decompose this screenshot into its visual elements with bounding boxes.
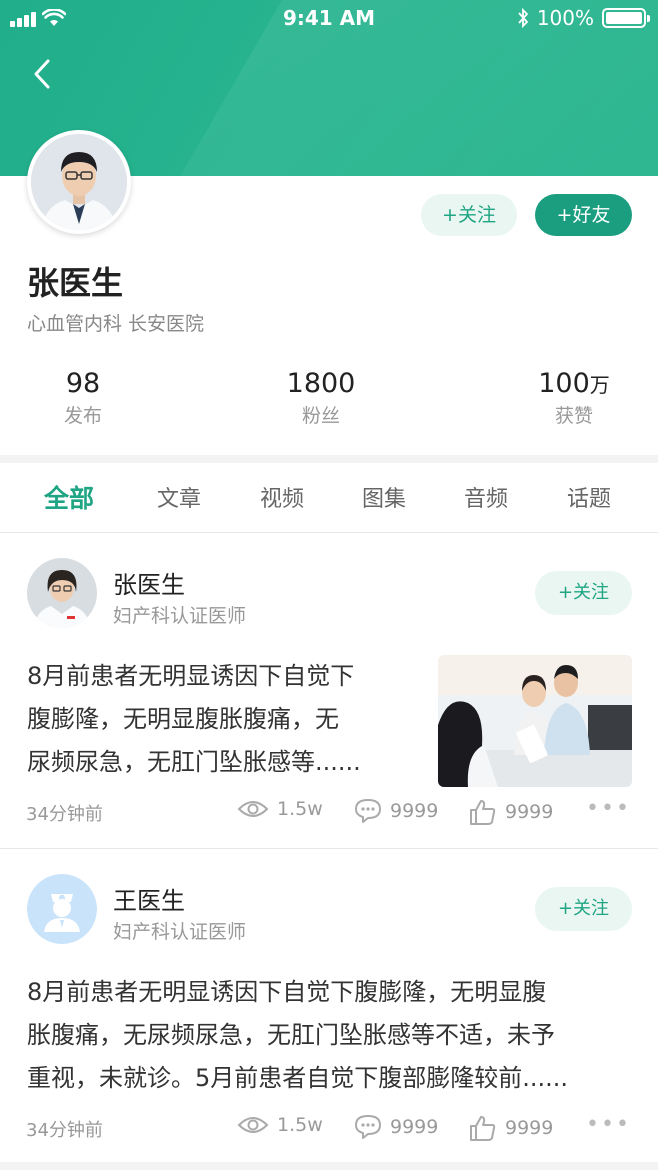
bluetooth-icon bbox=[518, 8, 529, 28]
post-thumbnail[interactable] bbox=[438, 655, 632, 787]
views-count: 1.5w bbox=[237, 798, 323, 820]
author-role: 妇产科认证医师 bbox=[113, 921, 247, 943]
author-avatar-image bbox=[27, 558, 97, 628]
tab-audio[interactable]: 音频 bbox=[464, 481, 508, 513]
thumbs-up-icon bbox=[470, 1116, 496, 1141]
author-name[interactable]: 王医生 bbox=[113, 881, 185, 916]
doctor-name: 张医生 bbox=[27, 264, 124, 302]
post-time: 34分钟前 bbox=[26, 1120, 103, 1141]
like-button[interactable]: 9999 bbox=[469, 1114, 553, 1142]
follow-author-button[interactable]: +关注 bbox=[535, 887, 632, 931]
post-card[interactable]: 张医生 妇产科认证医师 +关注 8月前患者无明显诱因下自觉下 腹膨隆，无明显腹胀… bbox=[0, 533, 658, 848]
eye-icon bbox=[237, 1117, 269, 1133]
tab-articles[interactable]: 文章 bbox=[157, 481, 201, 513]
doctor-avatar[interactable] bbox=[27, 130, 131, 234]
doctor-profile-page: 9:41 AM 100% +关注 +好友 张医生 心血管内科 长安医院 98 发… bbox=[0, 0, 658, 1170]
author-name[interactable]: 张医生 bbox=[113, 565, 185, 600]
comment-icon bbox=[355, 799, 381, 823]
back-button[interactable] bbox=[28, 56, 58, 92]
post-card[interactable]: 王医生 妇产科认证医师 +关注 8月前患者无明显诱因下自觉下腹膨隆，无明显腹 胀… bbox=[0, 849, 658, 1162]
default-doctor-avatar-icon bbox=[27, 874, 97, 944]
status-bar: 9:41 AM 100% bbox=[0, 0, 658, 36]
tab-topics[interactable]: 话题 bbox=[567, 481, 611, 513]
battery-icon bbox=[602, 8, 650, 28]
author-avatar[interactable] bbox=[27, 874, 97, 944]
battery-percent: 100% bbox=[536, 6, 594, 30]
follow-author-button[interactable]: +关注 bbox=[535, 571, 632, 615]
author-avatar[interactable] bbox=[27, 558, 97, 628]
doctor-avatar-image bbox=[31, 134, 127, 230]
add-friend-button[interactable]: +好友 bbox=[535, 194, 632, 236]
stat-fans[interactable]: 1800 粉丝 bbox=[271, 368, 371, 428]
tab-galleries[interactable]: 图集 bbox=[362, 481, 406, 513]
post-time: 34分钟前 bbox=[26, 804, 103, 825]
post-meta: 34分钟前 1.5w 9999 9999 ••• bbox=[0, 798, 658, 828]
eye-icon bbox=[237, 801, 269, 817]
stat-posts[interactable]: 98 发布 bbox=[40, 368, 126, 428]
post-excerpt[interactable]: 8月前患者无明显诱因下自觉下 腹膨隆，无明显腹胀腹痛，无 尿频尿急，无肛门坠胀感… bbox=[27, 655, 361, 784]
more-options-button[interactable]: ••• bbox=[586, 798, 631, 820]
tab-videos[interactable]: 视频 bbox=[260, 481, 304, 513]
like-button[interactable]: 9999 bbox=[469, 798, 553, 826]
views-count: 1.5w bbox=[237, 1114, 323, 1136]
content-tabs: 全部 文章 视频 图集 音频 话题 bbox=[0, 463, 658, 533]
doctor-department: 心血管内科 长安医院 bbox=[27, 313, 205, 335]
more-options-button[interactable]: ••• bbox=[586, 1114, 631, 1136]
comment-button[interactable]: 9999 bbox=[354, 798, 438, 824]
more-icon: ••• bbox=[586, 796, 631, 821]
section-divider bbox=[0, 1162, 658, 1170]
tab-all[interactable]: 全部 bbox=[44, 479, 94, 515]
comment-icon bbox=[355, 1115, 381, 1139]
author-role: 妇产科认证医师 bbox=[113, 605, 247, 627]
back-icon bbox=[34, 59, 50, 89]
more-icon: ••• bbox=[586, 1112, 631, 1137]
consultation-photo bbox=[438, 655, 632, 787]
comment-button[interactable]: 9999 bbox=[354, 1114, 438, 1140]
post-excerpt[interactable]: 8月前患者无明显诱因下自觉下腹膨隆，无明显腹 胀腹痛，无尿频尿急，无肛门坠胀感等… bbox=[27, 971, 568, 1100]
follow-button[interactable]: +关注 bbox=[421, 194, 517, 236]
post-meta: 34分钟前 1.5w 9999 9999 ••• bbox=[0, 1114, 658, 1144]
section-divider bbox=[0, 455, 658, 463]
thumbs-up-icon bbox=[470, 800, 496, 825]
stat-likes[interactable]: 100万 获赞 bbox=[526, 368, 622, 428]
